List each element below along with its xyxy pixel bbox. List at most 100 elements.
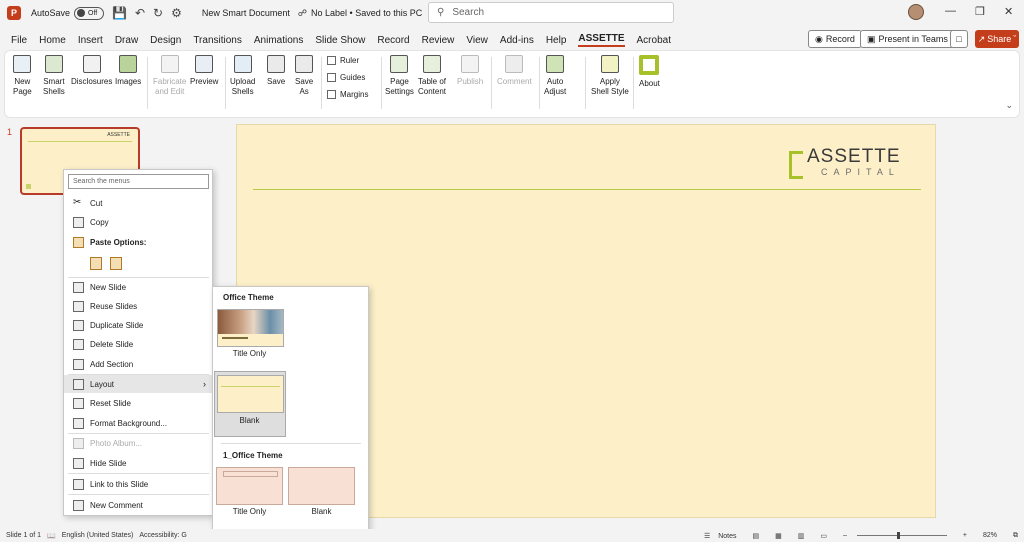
menu-layout[interactable]: Layout › [64, 375, 212, 393]
fabricate-button[interactable]: Fabricate and Edit [153, 55, 186, 97]
assette-logo-icon [639, 55, 660, 75]
menu-delete-slide[interactable]: Delete Slide [64, 335, 212, 353]
menu-format-background[interactable]: Format Background... [64, 414, 212, 432]
reading-view-icon[interactable]: ▥ [798, 532, 805, 540]
redo-icon[interactable]: ↻ [153, 6, 163, 20]
tab-draw[interactable]: Draw [115, 35, 138, 46]
minimize-icon[interactable]: — [945, 5, 956, 17]
document-name[interactable]: New Smart Document [202, 8, 290, 18]
zoom-slider-thumb[interactable] [896, 532, 900, 539]
ruler-checkbox[interactable]: Ruler [327, 56, 359, 65]
layout-title-only-2[interactable] [216, 467, 283, 505]
save-as-button[interactable]: Save As [295, 55, 313, 97]
comment-button[interactable]: Comment [497, 55, 532, 87]
images-button[interactable]: Images [115, 55, 141, 87]
label-status-text: No Label • Saved to this PC [311, 8, 423, 18]
tab-animations[interactable]: Animations [254, 35, 303, 46]
margins-label: Margins [340, 90, 369, 99]
tab-add-ins[interactable]: Add-ins [500, 35, 534, 46]
close-icon[interactable]: ✕ [1004, 5, 1013, 18]
disclosures-icon [82, 55, 101, 73]
reset-slide-icon [73, 397, 84, 409]
restore-icon[interactable]: ❐ [975, 5, 985, 18]
present-in-teams-button[interactable]: ▣ Present in Teams [860, 30, 955, 48]
accessibility-status[interactable]: Accessibility: G [139, 532, 186, 539]
margins-checkbox[interactable]: Margins [327, 90, 368, 99]
sensitivity-label-status[interactable]: ☍ No Label • Saved to this PC [298, 8, 422, 19]
menu-photo-album[interactable]: Photo Album... [64, 434, 212, 452]
guides-checkbox[interactable]: Guides [327, 73, 365, 82]
save-icon[interactable]: 💾 [112, 6, 127, 20]
menu-link-label: Link to this Slide [90, 479, 149, 489]
fit-slide-icon[interactable]: ⧉ [1013, 532, 1018, 540]
share-button[interactable]: ↗ Share ˇ [975, 30, 1019, 48]
menu-cut[interactable]: ✂ Cut [64, 194, 212, 212]
upload-shells-button[interactable]: Upload Shells [230, 55, 255, 97]
menu-new-comment[interactable]: New Comment [64, 496, 212, 514]
tab-view[interactable]: View [466, 35, 488, 46]
comments-button[interactable]: □ [950, 30, 968, 48]
undo-icon[interactable]: ↶ [135, 6, 145, 20]
spelling-icon[interactable]: 📖 [47, 532, 56, 540]
tab-insert[interactable]: Insert [78, 35, 103, 46]
paste-picture-icon[interactable] [110, 257, 122, 270]
collapse-ribbon-icon[interactable]: ⌄ [1005, 100, 1013, 111]
tab-transitions[interactable]: Transitions [193, 35, 242, 46]
images-icon [119, 55, 138, 73]
tab-record[interactable]: Record [377, 35, 409, 46]
tab-help[interactable]: Help [546, 35, 567, 46]
slideshow-icon[interactable]: ▭ [820, 532, 827, 540]
layout-group-office-theme: Office Theme [223, 293, 274, 302]
autosave-toggle[interactable]: Off [74, 6, 105, 20]
menu-hide-slide[interactable]: Hide Slide [64, 454, 212, 472]
smart-shells-button[interactable]: Smart Shells [43, 55, 65, 97]
disclosures-button[interactable]: Disclosures [71, 55, 112, 87]
zoom-slider[interactable] [856, 532, 947, 539]
record-button[interactable]: ◉ Record [808, 30, 862, 48]
slide-header-rule [253, 189, 921, 190]
preview-button[interactable]: Preview [190, 55, 218, 87]
layout-title-only-1[interactable] [217, 309, 284, 347]
slide-sorter-icon[interactable]: ▦ [775, 532, 782, 540]
menu-duplicate-slide[interactable]: Duplicate Slide [64, 316, 212, 334]
publish-button[interactable]: Publish [457, 55, 483, 87]
menu-copy[interactable]: Copy [64, 213, 212, 231]
page-settings-button[interactable]: Page Settings [385, 55, 414, 97]
apply-shell-style-button[interactable]: Apply Shell Style [591, 55, 629, 97]
autosave-label: AutoSave [31, 8, 71, 18]
zoom-in-icon[interactable]: + [963, 532, 967, 539]
menu-link-to-slide[interactable]: Link to this Slide [64, 475, 212, 493]
layout-blank-1[interactable] [217, 375, 284, 413]
search-input[interactable]: ⚲ Search [428, 2, 674, 23]
customize-toolbar-icon[interactable]: ⚙ [171, 6, 182, 20]
language[interactable]: English (United States) [62, 532, 134, 539]
tab-slide-show[interactable]: Slide Show [315, 35, 365, 46]
menu-search-input[interactable]: Search the menus [68, 174, 209, 189]
avatar[interactable] [908, 4, 924, 20]
assette-capital-logo: ASSETTE CAPITAL [789, 147, 901, 179]
normal-view-icon[interactable]: ▤ [752, 532, 759, 540]
tab-home[interactable]: Home [39, 35, 66, 46]
zoom-level[interactable]: 82% [983, 532, 997, 539]
ribbon-separator [539, 57, 540, 109]
tab-review[interactable]: Review [422, 35, 455, 46]
present-label: Present in Teams [878, 34, 948, 44]
zoom-out-icon[interactable]: – [843, 532, 847, 539]
tab-acrobat[interactable]: Acrobat [637, 35, 671, 46]
new-page-button[interactable]: New Page [13, 55, 32, 97]
menu-add-section[interactable]: Add Section [64, 355, 212, 373]
menu-reset-slide[interactable]: Reset Slide [64, 394, 212, 412]
tab-assette[interactable]: ASSETTE [578, 33, 625, 47]
notes-button[interactable]: ☰ Notes [704, 532, 737, 540]
about-button[interactable]: About [639, 55, 660, 89]
auto-adjust-button[interactable]: Auto Adjust [544, 55, 566, 97]
table-of-content-button[interactable]: Table of Content [418, 55, 446, 97]
tab-design[interactable]: Design [150, 35, 181, 46]
menu-new-slide[interactable]: New Slide [64, 278, 212, 296]
preview-icon [195, 55, 214, 73]
menu-reuse-slides[interactable]: Reuse Slides [64, 297, 212, 315]
save-shell-button[interactable]: Save [267, 55, 285, 87]
tab-file[interactable]: File [11, 35, 27, 46]
layout-blank-2[interactable] [288, 467, 355, 505]
paste-keep-source-icon[interactable] [90, 257, 102, 270]
